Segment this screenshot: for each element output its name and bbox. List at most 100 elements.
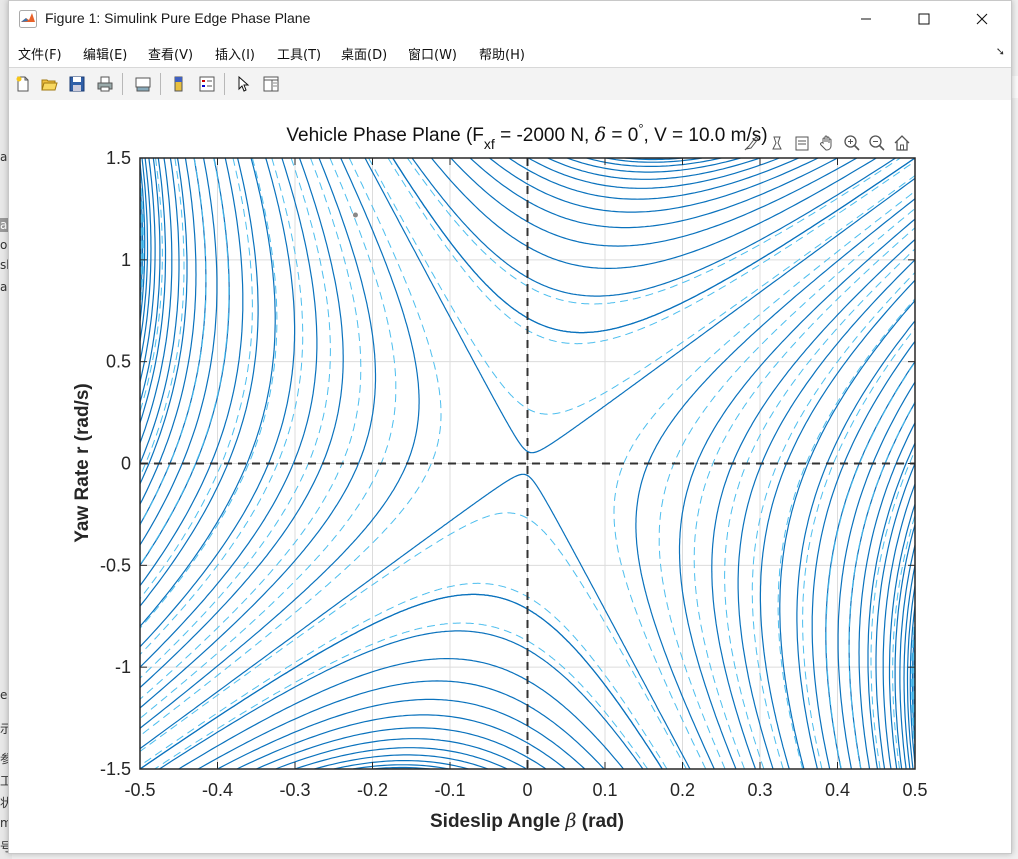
- x-tick-label: 0.2: [670, 780, 695, 800]
- unstable-trajectory: [140, 400, 141, 403]
- legend-icon: [199, 76, 215, 92]
- title-subscript: xf: [484, 136, 495, 152]
- data-tips-icon: [771, 136, 782, 150]
- maximize-button[interactable]: [895, 1, 953, 37]
- unstable-trajectory: [914, 576, 915, 580]
- y-tick-label: -0.5: [100, 555, 131, 575]
- menu-help[interactable]: 帮助(H): [479, 44, 525, 63]
- unstable-trajectory: [140, 426, 141, 429]
- unstable-trajectory: [914, 648, 915, 659]
- unstable-trajectory: [140, 294, 141, 301]
- menu-edit[interactable]: 编辑(E): [83, 44, 127, 63]
- home-icon: [894, 135, 909, 151]
- minimize-button[interactable]: [837, 1, 895, 37]
- pan-button[interactable]: [815, 132, 838, 154]
- unstable-trajectory: [914, 614, 915, 620]
- unstable-trajectory: [140, 440, 141, 442]
- x-tick-label: -0.5: [124, 780, 155, 800]
- minimize-icon: [861, 18, 871, 20]
- axes-toolbar: [740, 132, 913, 154]
- stable-trajectory: [140, 205, 141, 220]
- unstable-trajectory: [914, 589, 915, 593]
- unstable-trajectory: [914, 511, 915, 514]
- unstable-trajectory: [140, 281, 141, 290]
- zoom-in-button[interactable]: [840, 132, 863, 154]
- title-bar[interactable]: Figure 1: Simulink Pure Edge Phase Plane: [9, 1, 1011, 37]
- unstable-trajectory: [140, 413, 141, 416]
- unstable-trajectory: [140, 387, 141, 390]
- property-editor-button[interactable]: [259, 73, 283, 95]
- unstable-trajectory: [140, 307, 141, 313]
- title-prefix: Vehicle Phase Plane (F: [286, 125, 484, 146]
- legend-button[interactable]: [195, 73, 219, 95]
- unstable-trajectory: [140, 175, 144, 314]
- unstable-trajectory: [914, 498, 915, 501]
- restore-view-button[interactable]: [790, 132, 813, 154]
- zoom-out-button[interactable]: [865, 132, 888, 154]
- open-file-button[interactable]: [37, 73, 61, 95]
- unstable-trajectory: [911, 613, 915, 752]
- unstable-trajectory: [140, 214, 142, 280]
- unstable-trajectory: [140, 453, 141, 455]
- stable-trajectory: [140, 209, 141, 260]
- menu-window[interactable]: 窗口(W): [408, 44, 457, 63]
- print-icon: [97, 76, 113, 92]
- stable-trajectory: [140, 172, 141, 179]
- stable-trajectory: [140, 190, 141, 199]
- unstable-trajectory: [914, 602, 915, 607]
- unstable-trajectory: [140, 188, 143, 302]
- unstable-trajectory: [140, 320, 141, 325]
- x-tick-label: 0.4: [825, 780, 850, 800]
- x-tick-label: 0.1: [592, 780, 617, 800]
- data-tips-button[interactable]: [765, 132, 788, 154]
- pointer-button[interactable]: [231, 73, 255, 95]
- new-figure-button[interactable]: [11, 73, 35, 95]
- x-tick-label: -0.4: [202, 780, 233, 800]
- menu-file[interactable]: 文件(F): [18, 44, 62, 63]
- phase-plane-plot[interactable]: -0.5 -0.4 -0.3 -0.2 -0.1 0 0.1 0.2 0.3 0.4 0.5 -1.5…: [9, 100, 1011, 852]
- print-button[interactable]: [93, 73, 117, 95]
- brush-button[interactable]: [740, 132, 763, 154]
- link-plot-button[interactable]: [131, 73, 155, 95]
- chart-title: Vehicle Phase Plane (Fxf = -2000 N, δ = …: [286, 121, 767, 152]
- home-button[interactable]: [890, 132, 913, 154]
- x-axis-label: Sideslip Angle β (rad): [430, 810, 624, 832]
- unstable-trajectory: [140, 373, 141, 377]
- unstable-trajectory: [914, 655, 915, 699]
- x-tick-label: 0.5: [902, 780, 927, 800]
- menu-tools[interactable]: 工具(T): [277, 44, 321, 63]
- unstable-trajectory: [914, 659, 915, 686]
- menu-dock-arrow-icon[interactable]: ➘: [996, 45, 1005, 58]
- y-tick-label: 1: [121, 250, 131, 270]
- unstable-trajectory: [914, 563, 915, 567]
- y-tick-label: 0.5: [106, 352, 131, 372]
- title-middle: = -2000 N,: [495, 125, 595, 146]
- y-tick-label: -1.5: [100, 759, 131, 779]
- menu-insert[interactable]: 插入(I): [215, 44, 255, 63]
- y-axis-label: Yaw Rate r (rad/s): [72, 383, 93, 542]
- unstable-trajectory: [914, 637, 915, 646]
- menu-desktop[interactable]: 桌面(D): [341, 44, 387, 63]
- toolbar-separator: [122, 73, 123, 95]
- toolbar-separator: [160, 73, 161, 95]
- xlabel-suffix: (rad): [576, 811, 624, 832]
- close-button[interactable]: [953, 1, 1011, 37]
- unstable-trajectory: [912, 625, 915, 739]
- colorbar-icon: [174, 76, 183, 92]
- y-tick-label: -1: [115, 657, 131, 677]
- unstable-trajectory: [140, 360, 141, 364]
- unstable-trajectory: [140, 228, 141, 272]
- save-icon: [69, 76, 85, 92]
- title-delta-value: = 0: [606, 125, 638, 146]
- colorbar-button[interactable]: [167, 73, 191, 95]
- x-tick-label: -0.2: [357, 780, 388, 800]
- open-file-icon: [41, 79, 58, 91]
- x-tick-label: 0.3: [747, 780, 772, 800]
- unstable-trajectory: [914, 626, 915, 633]
- maximize-icon: [918, 13, 930, 25]
- save-button[interactable]: [65, 73, 89, 95]
- toolbar-separator: [224, 73, 225, 95]
- y-tick-label: 0: [121, 454, 131, 474]
- title-delta: δ: [595, 124, 606, 146]
- menu-view[interactable]: 查看(V): [148, 44, 193, 63]
